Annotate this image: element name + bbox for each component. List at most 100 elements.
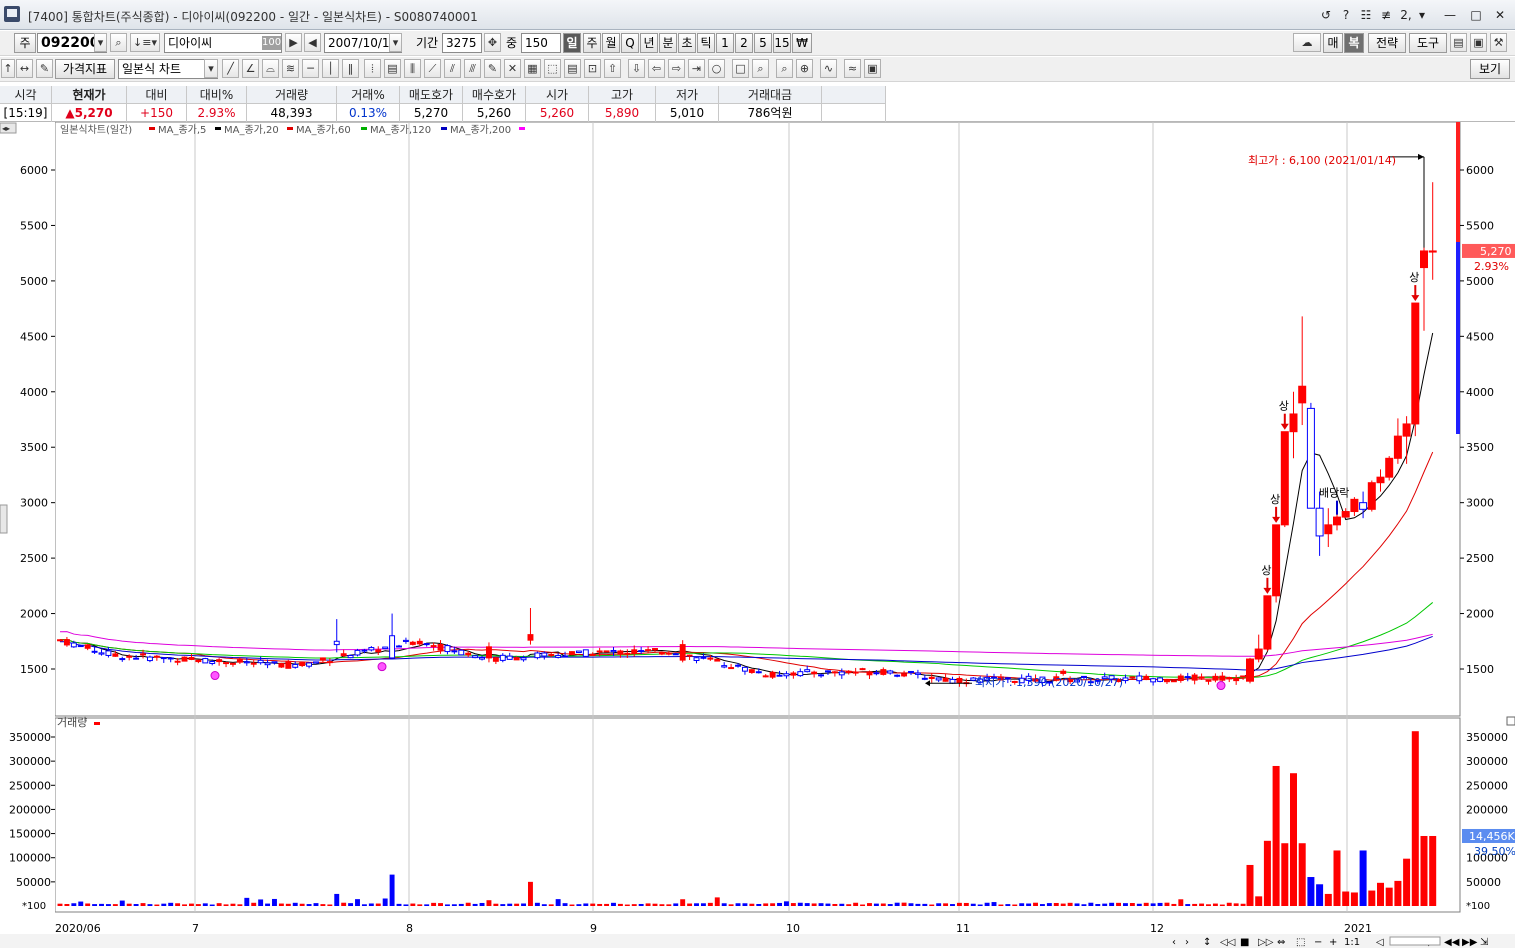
- single-chart-button[interactable]: 매: [1323, 33, 1343, 53]
- interval-15[interactable]: 15: [773, 33, 791, 53]
- interval-day[interactable]: 일: [563, 33, 581, 53]
- draw-tool-icon-6[interactable]: ‖: [342, 59, 359, 78]
- draw-tool-icon-8[interactable]: ▤: [384, 59, 401, 78]
- draw-tool-icon-24[interactable]: ○: [708, 59, 725, 78]
- draw-tool-icon-3[interactable]: ≋: [282, 59, 299, 78]
- draw-tool-icon-20[interactable]: ⇩: [628, 59, 645, 78]
- interval-2[interactable]: 2: [735, 33, 753, 53]
- close-icon[interactable]: ✕: [1490, 6, 1510, 24]
- draw-tool-icon-27[interactable]: ⌕: [776, 59, 793, 78]
- scroll-control-icon[interactable]: ◀◀: [1444, 937, 1460, 948]
- scroll-control-icon[interactable]: ◁: [1376, 937, 1384, 948]
- draw-tool-icon-28[interactable]: ⊕: [796, 59, 813, 78]
- draw-tool-icon-11[interactable]: ⫽: [444, 59, 461, 78]
- menu-icon[interactable]: ≢: [1376, 6, 1396, 24]
- interval-1[interactable]: 1: [716, 33, 734, 53]
- interval-5[interactable]: 5: [754, 33, 772, 53]
- draw-tool-icon-18[interactable]: ⊡: [584, 59, 601, 78]
- draw-tool-icon-7[interactable]: ⦙: [364, 59, 381, 78]
- draw-tool-icon-31[interactable]: ▣: [864, 59, 881, 78]
- volume-bar: [950, 904, 955, 906]
- scroll-control-icon[interactable]: ↕: [1203, 937, 1211, 948]
- volume-bar: [694, 903, 699, 906]
- maximize-icon[interactable]: □: [1466, 6, 1486, 24]
- chart-type-dropdown-icon[interactable]: ▾: [204, 59, 218, 78]
- draw-tool-icon-26[interactable]: ⌕: [752, 59, 769, 78]
- dropdown-icon[interactable]: ▾: [1412, 6, 1432, 24]
- market-button[interactable]: 주: [14, 33, 36, 53]
- count-input[interactable]: 150: [521, 33, 561, 53]
- draw-tool-icon-9[interactable]: ⫼: [404, 59, 421, 78]
- scroll-control-icon[interactable]: ▷▷: [1258, 937, 1274, 948]
- draw-tool-icon-14[interactable]: ✕: [504, 59, 521, 78]
- draw-tool-icon-25[interactable]: □: [732, 59, 749, 78]
- price-tick-label: 4500: [20, 330, 48, 343]
- draw-tool-icon-23[interactable]: ⇥: [688, 59, 705, 78]
- prev-icon[interactable]: ◀: [304, 33, 321, 52]
- scroll-control-icon[interactable]: −: [1314, 937, 1322, 948]
- calendar-dropdown-icon[interactable]: ▾: [389, 33, 402, 52]
- multi-chart-button[interactable]: 복: [1344, 33, 1364, 53]
- layout-icon[interactable]: ☷: [1356, 6, 1376, 24]
- wrench-icon[interactable]: ⚒: [1490, 33, 1507, 52]
- draw-tool-icon-16[interactable]: ⬚: [544, 59, 561, 78]
- lock-icon[interactable]: ✥: [484, 33, 501, 52]
- quote-header-change: 대비: [127, 86, 187, 104]
- draw-tool-icon-29[interactable]: ∿: [820, 59, 837, 78]
- chart-type-select[interactable]: 일본식 차트: [118, 59, 218, 79]
- strategy-button[interactable]: 전략: [1368, 33, 1406, 53]
- interval-second[interactable]: 초: [678, 33, 696, 53]
- sort-icon[interactable]: ↓≡▾: [130, 33, 160, 52]
- arrow-up-down-icon[interactable]: ↑: [1, 59, 15, 78]
- view-button[interactable]: 보기: [1470, 59, 1510, 79]
- cloud-icon[interactable]: ☁: [1293, 33, 1321, 52]
- draw-tool-icon-1[interactable]: ∠: [242, 59, 259, 78]
- draw-tool-icon-4[interactable]: ─: [302, 59, 319, 78]
- indicator-button[interactable]: 가격지표: [55, 59, 115, 79]
- scroll-control-icon[interactable]: ⇔: [1277, 937, 1285, 948]
- interval-week[interactable]: 주: [583, 33, 601, 53]
- save-icon[interactable]: ▣: [1470, 33, 1487, 52]
- draw-tool-icon-30[interactable]: ≈: [844, 59, 861, 78]
- interval-year[interactable]: 년: [640, 33, 658, 53]
- draw-tool-icon-17[interactable]: ▤: [564, 59, 581, 78]
- edit-icon[interactable]: ✎: [36, 59, 53, 78]
- currency-button[interactable]: ₩: [792, 33, 812, 53]
- candle-body: [1420, 250, 1428, 269]
- scroll-control-icon[interactable]: ‹: [1172, 937, 1176, 948]
- scroll-control-icon[interactable]: ›: [1185, 937, 1189, 948]
- draw-tool-icon-0[interactable]: ╱: [222, 59, 239, 78]
- scroll-control-icon[interactable]: ■: [1240, 937, 1249, 948]
- price-chart[interactable]: 2020/06 7 8 9 10 11 12 2021 1500 1500 2000 2000 2500…: [0, 122, 1515, 948]
- scroll-control-icon[interactable]: ⬚: [1296, 937, 1305, 948]
- interval-minute[interactable]: 분: [659, 33, 677, 53]
- interval-month[interactable]: 월: [602, 33, 620, 53]
- next-icon[interactable]: ▶: [285, 33, 302, 52]
- help-icon[interactable]: ?: [1336, 6, 1356, 24]
- draw-tool-icon-10[interactable]: ⟋: [424, 59, 441, 78]
- scroll-control-icon[interactable]: 1:1: [1344, 937, 1360, 948]
- minimize-icon[interactable]: —: [1440, 6, 1460, 24]
- interval-quarter[interactable]: Q: [621, 33, 639, 53]
- draw-tool-icon-12[interactable]: ⫻: [464, 59, 481, 78]
- scroll-control-icon[interactable]: ◁◁: [1220, 937, 1236, 948]
- draw-tool-icon-2[interactable]: ⌓: [262, 59, 279, 78]
- scroll-control-icon[interactable]: ⇲: [1480, 937, 1489, 948]
- scroll-control-icon[interactable]: ▶▶: [1462, 937, 1478, 948]
- interval-tick[interactable]: 틱: [697, 33, 715, 53]
- draw-tool-icon-15[interactable]: ▦: [524, 59, 541, 78]
- arrow-left-right-icon[interactable]: ↔: [16, 59, 33, 78]
- scroll-control-icon[interactable]: +: [1329, 937, 1337, 948]
- folder-icon[interactable]: ▤: [1450, 33, 1467, 52]
- draw-tool-icon-19[interactable]: ⇧: [604, 59, 621, 78]
- search-icon[interactable]: ⌕: [110, 33, 127, 52]
- draw-tool-icon-5[interactable]: │: [322, 59, 339, 78]
- refresh-icon[interactable]: ↺: [1316, 6, 1336, 24]
- draw-tool-icon-13[interactable]: ✎: [484, 59, 501, 78]
- code-dropdown-icon[interactable]: ▾: [94, 33, 107, 52]
- candle-body: [333, 640, 340, 646]
- draw-tool-icon-21[interactable]: ⇦: [648, 59, 665, 78]
- draw-tool-icon-22[interactable]: ⇨: [668, 59, 685, 78]
- tools-button[interactable]: 도구: [1409, 33, 1447, 53]
- period-input[interactable]: 3275: [442, 33, 482, 53]
